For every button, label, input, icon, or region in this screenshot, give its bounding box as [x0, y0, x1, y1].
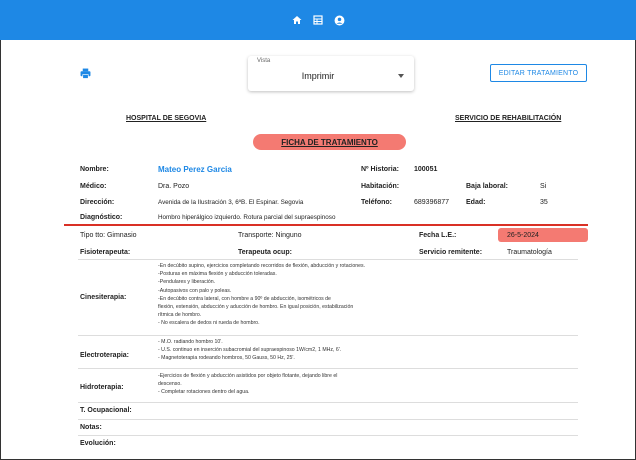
note-line: -Pendulares y liberación.: [158, 279, 216, 286]
note-line: -Ejercicios de flexión y abducción asist…: [158, 373, 338, 379]
vista-value: Imprimir: [301, 71, 335, 81]
historia-label: Nº Historia:: [361, 166, 399, 173]
electro-label: Electroterapia:: [80, 352, 130, 359]
divider: [78, 259, 578, 260]
medico-value: Dra. Pozo: [158, 183, 190, 190]
divider: [78, 419, 578, 420]
chevron-down-icon: [398, 74, 404, 78]
page-title: FICHA DE TRATAMIENTO: [253, 134, 406, 150]
hospital-name: HOSPITAL DE SEGOVIA: [126, 115, 207, 122]
divider: [78, 335, 578, 336]
direccion-value: Avenida de la Ilustración 3, 6ºB. El Esp…: [158, 199, 304, 206]
remitente-value: Traumatología: [507, 249, 552, 256]
note-line: - No escalera de dedos ni rueda de hombr…: [158, 320, 260, 327]
note-line: -En decúbito contra lateral, con hombre …: [158, 295, 331, 302]
direccion-label: Dirección:: [80, 199, 115, 206]
print-icon[interactable]: [80, 66, 94, 80]
note-line: - Completar rotaciones dentro del agua.: [158, 389, 250, 396]
notas-label: Notas:: [80, 424, 102, 431]
note-line: - M.O. radiando hombro 10'.: [158, 339, 223, 345]
habitacion-label: Habitación:: [361, 183, 400, 190]
electro-notes: - M.O. radiando hombro 10'. - U.S. conti…: [158, 338, 458, 363]
hidro-label: Hidroterapia:: [80, 384, 124, 391]
diagnostico-value: Hombro hiperálgico izquierdo. Rotura par…: [158, 214, 336, 221]
fecha-label: Fecha L.E.:: [419, 232, 457, 239]
hidro-notes: -Ejercicios de flexión y abducción asist…: [158, 372, 458, 397]
divider: [78, 435, 578, 436]
evolucion-label: Evolución:: [80, 440, 116, 447]
remitente-label: Servicio remitente:: [419, 249, 483, 256]
note-line: -Autopasivos con palo y poleas.: [158, 287, 232, 294]
fisio-label: Fisioterapeuta:: [80, 249, 131, 256]
note-line: - U.S. continuo en inserción subacromial…: [158, 347, 342, 354]
note-line: flexión, extensión, abducción y aducción…: [158, 304, 354, 311]
historia-value: 100051: [414, 166, 438, 173]
baja-label: Baja laboral:: [466, 183, 509, 190]
service-name: SERVICIO DE REHABILITACIÓN: [455, 115, 562, 122]
telefono-value: 689396877: [414, 199, 450, 206]
fecha-value: 26-5-2024: [507, 232, 539, 239]
telefono-label: Teléfono:: [361, 199, 392, 206]
medico-label: Médico:: [80, 183, 107, 190]
note-line: - Magnetoterapia rodeando hombros, 50 Ga…: [158, 355, 295, 362]
section-divider: [64, 224, 588, 226]
transporte: Transporte: Ninguno: [238, 232, 302, 239]
top-navbar: [0, 0, 636, 40]
grid-icon[interactable]: [312, 14, 324, 26]
ocupacional-label: T. Ocupacional:: [80, 407, 132, 414]
nombre-label: Nombre:: [80, 166, 109, 173]
vista-label: Vista: [257, 58, 271, 64]
home-icon[interactable]: [291, 14, 303, 26]
note-line: descenso.: [158, 381, 182, 388]
edad-label: Edad:: [466, 199, 486, 206]
user-icon[interactable]: [333, 14, 345, 26]
diagnostico-label: Diagnóstico:: [80, 214, 123, 221]
note-line: -En decúbito supino, ejercicios completa…: [158, 263, 366, 269]
vista-select[interactable]: Vista Imprimir: [248, 56, 414, 91]
tipo-tto: Tipo tto: Gimnasio: [80, 232, 137, 239]
note-line: -Posturas en máxima flexión y abducción …: [158, 271, 277, 278]
baja-value: Si: [540, 183, 547, 190]
cinesi-notes: -En decúbito supino, ejercicios completa…: [158, 262, 458, 328]
edit-treatment-button[interactable]: EDITAR TRATAMIENTO: [490, 64, 587, 82]
nombre-value: Mateo Perez Garcia: [158, 165, 232, 174]
terapeuta-label: Terapeuta ocup:: [238, 249, 292, 256]
note-line: rítmica de hombro.: [158, 312, 202, 319]
edad-value: 35: [540, 199, 548, 206]
divider: [78, 402, 578, 403]
cinesi-label: Cinesiterapia:: [80, 294, 127, 301]
divider: [78, 368, 578, 369]
